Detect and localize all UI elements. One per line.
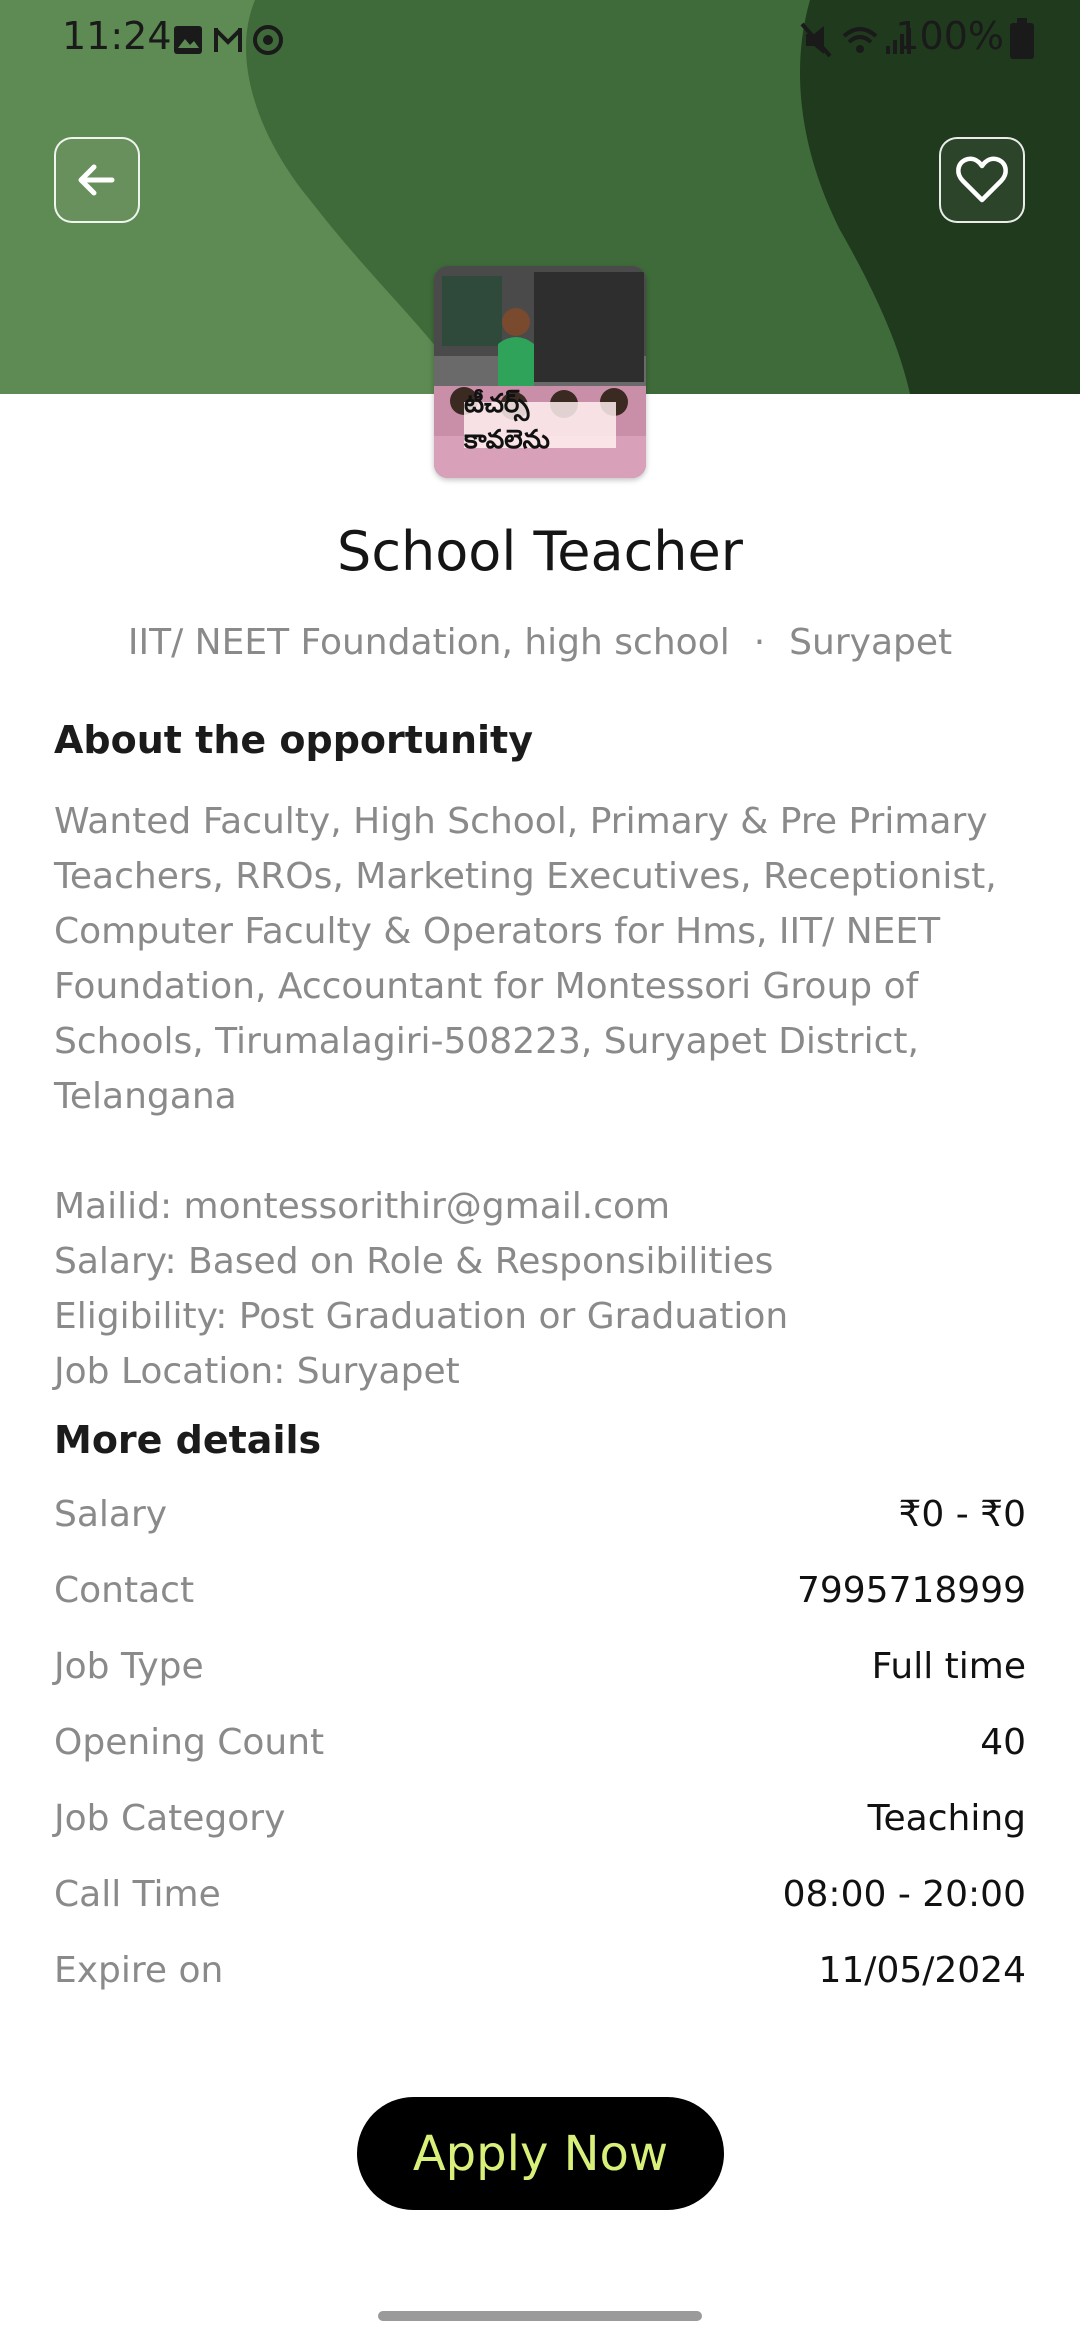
battery-percent: 100% — [895, 14, 1004, 58]
detail-value: 40 — [980, 1722, 1026, 1763]
wifi-icon — [842, 27, 878, 53]
image-caption: టీచర్స్ కావలెను — [464, 389, 616, 455]
detail-value[interactable]: 7995718999 — [797, 1570, 1026, 1611]
detail-label: Job Category — [54, 1798, 286, 1839]
about-salary: Salary: Based on Role & Responsibilities — [54, 1241, 774, 1282]
status-bar: 11:24 100% — [0, 0, 1080, 80]
company-name: IIT/ NEET Foundation, high school — [127, 622, 730, 663]
detail-row-call-time: Call Time 08:00 - 20:00 — [54, 1874, 1026, 1950]
about-heading: About the opportunity — [54, 718, 533, 762]
detail-value: ₹0 - ₹0 — [898, 1494, 1027, 1535]
detail-row-expire-on: Expire on 11/05/2024 — [54, 1950, 1026, 2026]
favorite-button[interactable] — [939, 137, 1025, 223]
detail-label: Contact — [54, 1570, 195, 1611]
home-indicator[interactable] — [378, 2311, 702, 2321]
job-location: Suryapet — [789, 622, 953, 663]
detail-row-job-category: Job Category Teaching — [54, 1798, 1026, 1874]
arrow-left-icon — [78, 164, 115, 196]
detail-row-contact: Contact 7995718999 — [54, 1570, 1026, 1646]
heart-icon — [956, 156, 1008, 203]
about-job-location: Job Location: Suryapet — [54, 1351, 460, 1392]
about-eligibility: Eligibility: Post Graduation or Graduati… — [54, 1296, 789, 1337]
detail-value: Teaching — [867, 1798, 1026, 1839]
sync-icon — [253, 25, 283, 55]
about-description: Wanted Faculty, High School, Primary & P… — [54, 794, 1034, 1399]
about-paragraph: Wanted Faculty, High School, Primary & P… — [54, 801, 997, 1117]
detail-label: Opening Count — [54, 1722, 325, 1763]
gmail-icon — [214, 28, 242, 52]
separator-dot: · — [753, 622, 766, 663]
detail-row-opening-count: Opening Count 40 — [54, 1722, 1026, 1798]
back-button[interactable] — [54, 137, 140, 223]
more-details-list: Salary ₹0 - ₹0 Contact 7995718999 Job Ty… — [54, 1494, 1026, 2026]
detail-value: Full time — [871, 1646, 1026, 1687]
about-mail: Mailid: montessorithir@gmail.com — [54, 1186, 671, 1227]
job-image: టీచర్స్ కావలెను — [434, 266, 646, 478]
detail-label: Expire on — [54, 1950, 224, 1991]
status-time: 11:24 — [62, 14, 172, 58]
battery-icon — [1010, 18, 1034, 59]
job-title: School Teacher — [337, 520, 743, 583]
mute-icon — [800, 22, 832, 58]
status-right-group: 100% — [800, 14, 1040, 64]
detail-value: 11/05/2024 — [818, 1950, 1027, 1991]
detail-label: Call Time — [54, 1874, 221, 1915]
apply-now-button[interactable]: Apply Now — [357, 2097, 724, 2210]
notification-icons — [174, 25, 283, 55]
job-subtitle: IIT/ NEET Foundation, high school · Suryap… — [0, 622, 1080, 663]
detail-value: 08:00 - 20:00 — [782, 1874, 1026, 1915]
image-icon — [174, 26, 202, 54]
detail-label: Salary — [54, 1494, 168, 1535]
detail-row-salary: Salary ₹0 - ₹0 — [54, 1494, 1026, 1570]
more-details-heading: More details — [54, 1418, 322, 1462]
detail-row-job-type: Job Type Full time — [54, 1646, 1026, 1722]
detail-label: Job Type — [54, 1646, 204, 1687]
